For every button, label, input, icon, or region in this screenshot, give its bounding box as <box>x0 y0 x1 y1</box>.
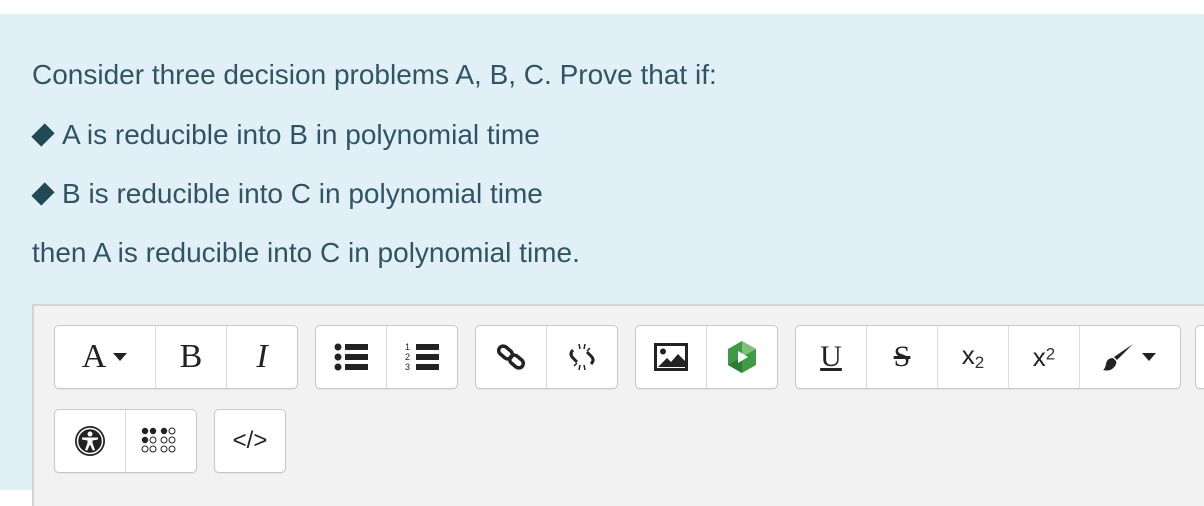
screenreader-helper-button[interactable] <box>126 410 196 472</box>
strikethrough-button[interactable]: S <box>867 326 938 388</box>
html-code-icon: </> <box>232 427 268 454</box>
format-group: U S x2 x2 <box>795 325 1181 389</box>
list-group: 1 2 3 <box>315 325 458 389</box>
diamond-bullet-icon <box>31 123 55 147</box>
more-group[interactable] <box>1195 325 1204 389</box>
text-color-button[interactable] <box>1080 326 1180 388</box>
svg-text:3: 3 <box>405 362 410 372</box>
media-icon <box>728 341 756 373</box>
html-group: </> <box>214 409 286 473</box>
subscript-base: x <box>961 340 975 371</box>
ordered-list-button[interactable]: 1 2 3 <box>387 326 457 388</box>
image-button[interactable] <box>636 326 707 388</box>
caret-down-icon <box>1142 353 1156 361</box>
caret-down-icon <box>113 353 128 361</box>
question-bullet-2: B is reducible into C in polynomial time <box>31 177 543 211</box>
bullet-text: A is reducible into B in polynomial time <box>62 119 540 150</box>
question-intro: Consider three decision problems A, B, C… <box>32 59 717 90</box>
bullet-text: B is reducible into C in polynomial time <box>62 178 543 209</box>
question-conclusion: then A is reducible into C in polynomial… <box>32 237 580 268</box>
superscript-icon: x2 <box>1033 342 1055 373</box>
subscript-button[interactable]: x2 <box>938 326 1009 388</box>
bold-icon: B <box>179 338 203 375</box>
bold-button[interactable]: B <box>156 326 227 388</box>
link-icon <box>496 344 526 370</box>
braille-icon <box>141 427 176 453</box>
subscript-digit: 2 <box>974 353 985 373</box>
paintbrush-icon <box>1103 344 1133 371</box>
diamond-bullet-icon <box>31 182 55 206</box>
underline-button[interactable]: U <box>796 326 867 388</box>
subscript-icon: x2 <box>962 340 984 373</box>
accessibility-group <box>54 409 197 473</box>
accessibility-checker-button[interactable] <box>55 410 126 472</box>
svg-text:2: 2 <box>405 352 410 362</box>
italic-icon: I <box>256 338 268 375</box>
insert-group <box>635 325 778 389</box>
link-button[interactable] <box>476 326 547 388</box>
strikethrough-icon: S <box>893 340 911 373</box>
font-dropdown-icon: A <box>81 338 107 375</box>
media-button[interactable] <box>707 326 777 388</box>
question-bullet-1: A is reducible into B in polynomial time <box>31 118 540 152</box>
accessibility-icon <box>75 426 105 456</box>
italic-button[interactable]: I <box>227 326 297 388</box>
unlink-icon <box>569 343 595 371</box>
unordered-list-button[interactable] <box>316 326 387 388</box>
underline-icon: U <box>820 340 842 373</box>
answer-editor[interactable]: A B I 1 2 3 U S x2 x2 </> <box>32 304 1204 506</box>
superscript-button[interactable]: x2 <box>1009 326 1080 388</box>
unlink-button[interactable] <box>547 326 617 388</box>
font-style-button[interactable]: A <box>55 326 156 388</box>
link-group <box>475 325 618 389</box>
html-source-button[interactable]: </> <box>215 410 285 472</box>
superscript-base: x <box>1032 341 1046 372</box>
unordered-list-icon <box>334 343 368 371</box>
superscript-digit: 2 <box>1045 344 1056 364</box>
image-icon <box>654 343 688 371</box>
text-style-group: A B I <box>54 325 298 389</box>
svg-text:1: 1 <box>405 342 410 352</box>
ordered-list-icon: 1 2 3 <box>405 342 439 372</box>
